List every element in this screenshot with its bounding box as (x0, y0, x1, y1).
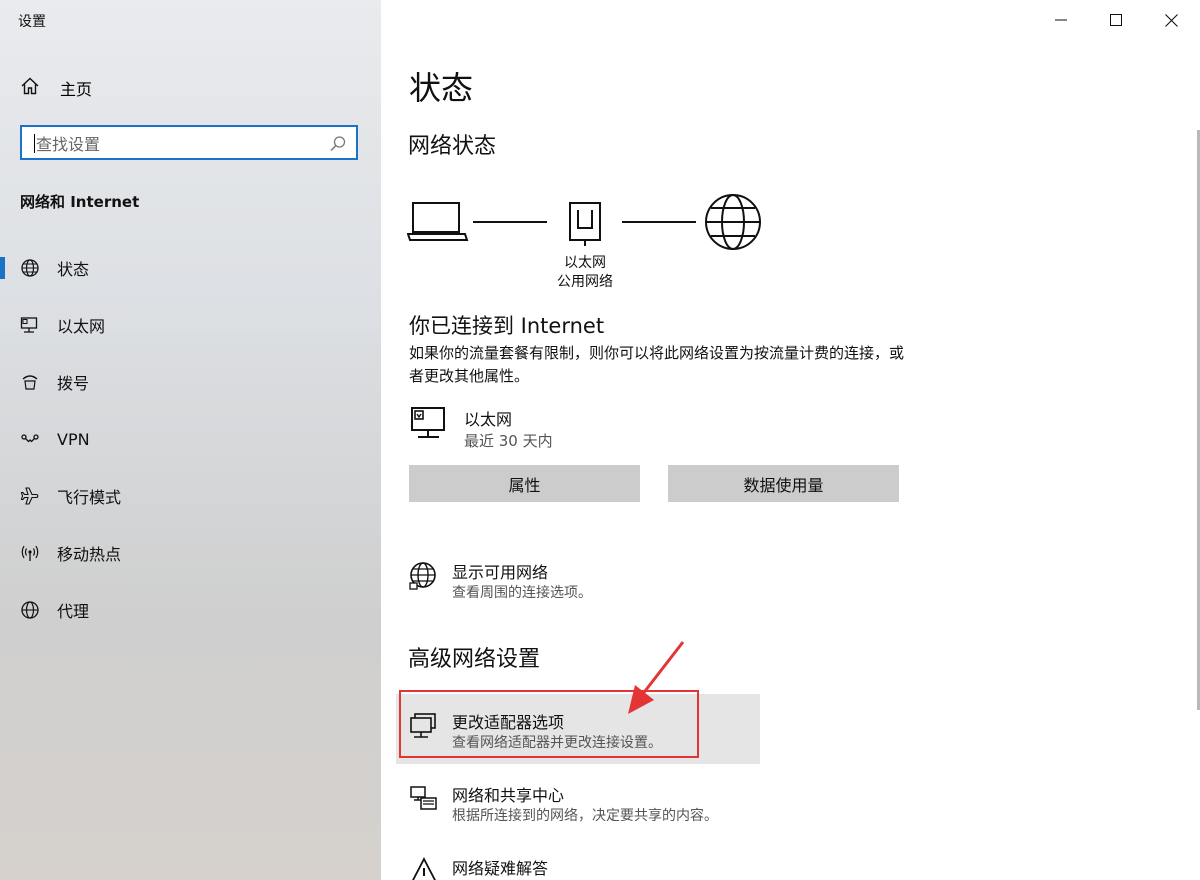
properties-button[interactable]: 属性 (409, 465, 640, 502)
ethernet-name: 以太网 (464, 410, 513, 429)
sidebar-item-hotspot[interactable]: 移动热点 (0, 533, 381, 573)
network-status-heading: 网络状态 (408, 134, 497, 159)
vpn-icon (20, 429, 40, 449)
dialup-icon (20, 372, 40, 392)
connection-status-title: 你已连接到 Internet (409, 314, 605, 338)
sidebar-item-status[interactable]: 状态 (0, 248, 381, 288)
globe-icon (20, 600, 40, 620)
link-desc: 根据所连接到的网络，决定要共享的内容。 (452, 808, 718, 824)
link-title: 网络疑难解答 (452, 859, 549, 878)
sidebar-item-label: 状态 (57, 260, 90, 279)
network-sharing-center-link[interactable]: 网络和共享中心 根据所连接到的网络，决定要共享的内容。 (409, 782, 769, 842)
sidebar: 设置 主页 网络和 Internet 状态 以太网 拨号 (0, 0, 381, 880)
airplane-icon (20, 486, 40, 506)
advanced-settings-heading: 高级网络设置 (408, 647, 541, 672)
sidebar-item-label: 拨号 (57, 374, 90, 393)
network-troubleshooter-link[interactable]: 网络疑难解答 (409, 855, 769, 880)
internet-globe-icon (705, 194, 761, 250)
home-nav[interactable]: 主页 (20, 74, 92, 102)
laptop-icon (407, 202, 469, 241)
sidebar-item-airplane-mode[interactable]: 飞行模式 (0, 476, 381, 516)
page-title: 状态 (409, 69, 474, 107)
ethernet-icon (20, 315, 40, 335)
adapter-name-label: 以太网 (564, 255, 606, 271)
search-input[interactable] (34, 133, 328, 155)
search-icon[interactable] (329, 135, 347, 157)
show-available-networks-link[interactable]: 显示可用网络 查看周围的连接选项。 (409, 559, 769, 619)
sidebar-item-label: VPN (57, 429, 90, 449)
app-title: 设置 (18, 14, 46, 30)
sidebar-item-label: 移动热点 (57, 545, 122, 564)
search-box[interactable] (20, 125, 358, 160)
section-heading: 网络和 Internet (20, 193, 140, 211)
network-type-label: 公用网络 (557, 274, 613, 290)
home-label: 主页 (60, 80, 93, 99)
sidebar-item-label: 飞行模式 (57, 488, 122, 507)
sharing-center-icon (409, 784, 439, 814)
ethernet-usage-period: 最近 30 天内 (464, 432, 553, 450)
annotation-arrow (620, 640, 690, 724)
home-icon (20, 76, 40, 100)
sidebar-item-ethernet[interactable]: 以太网 (0, 305, 381, 345)
globe-icon (20, 258, 40, 278)
globe-network-icon (409, 561, 439, 591)
ethernet-port-icon (569, 202, 601, 246)
warning-icon (409, 857, 439, 880)
sidebar-item-vpn[interactable]: VPN (0, 419, 381, 459)
sidebar-item-proxy[interactable]: 代理 (0, 590, 381, 630)
link-title: 网络和共享中心 (452, 786, 565, 805)
network-diagram: 以太网 公用网络 (407, 190, 767, 290)
hotspot-icon (20, 543, 40, 563)
sidebar-item-label: 以太网 (57, 317, 106, 336)
sidebar-item-dialup[interactable]: 拨号 (0, 362, 381, 402)
link-desc: 查看周围的连接选项。 (452, 585, 592, 601)
link-title: 显示可用网络 (452, 563, 549, 582)
sidebar-item-label: 代理 (57, 602, 90, 621)
connection-status-desc: 如果你的流量套餐有限制，则你可以将此网络设置为按流量计费的连接，或者更改其他属性… (409, 344, 905, 385)
ethernet-adapter-icon (409, 404, 449, 448)
data-usage-button[interactable]: 数据使用量 (668, 465, 899, 502)
